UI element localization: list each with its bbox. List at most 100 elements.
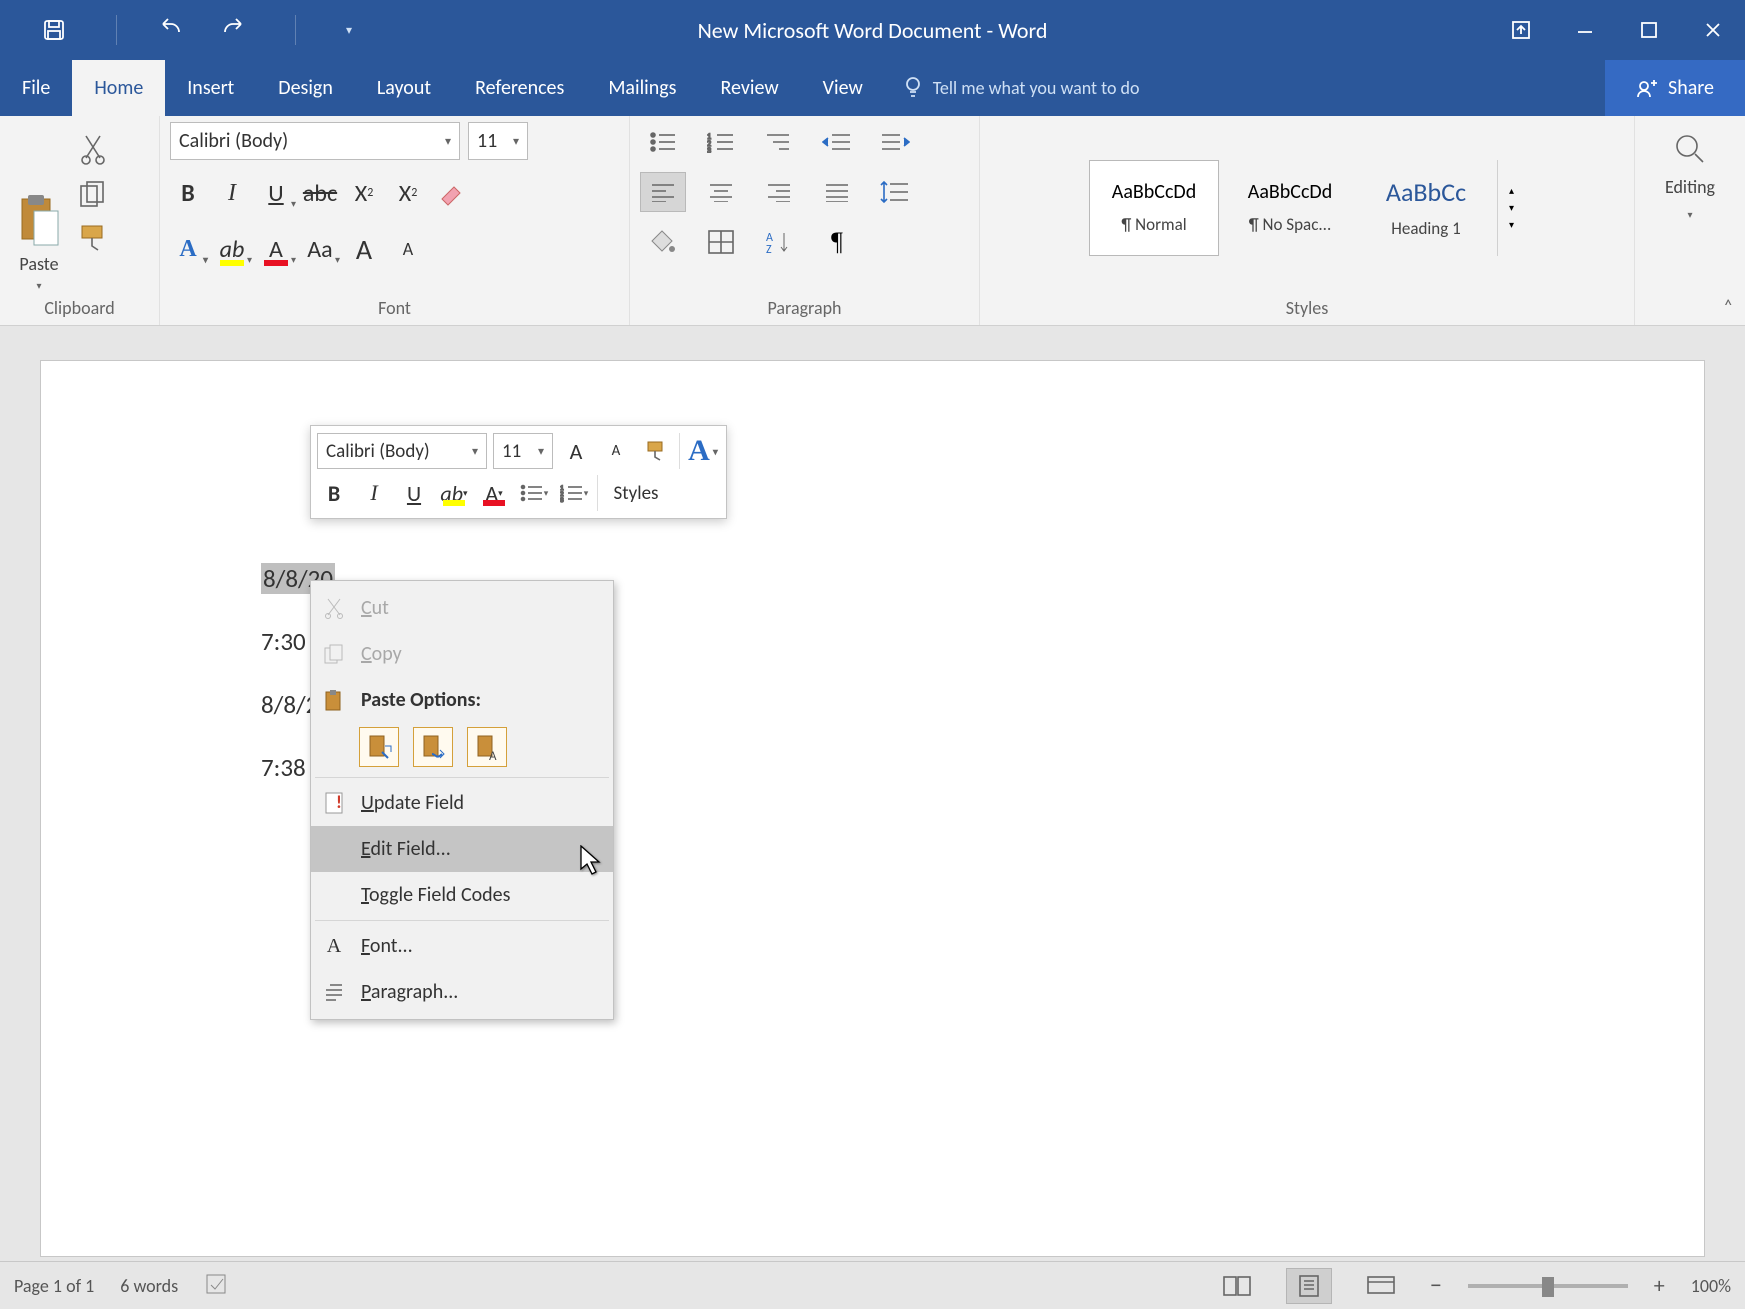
styles-gallery[interactable]: AaBbCcDd ¶ Normal AaBbCcDd ¶ No Spac... … [1089, 160, 1525, 256]
font-color-button[interactable]: A▾ [258, 226, 294, 272]
mini-font-color-button[interactable]: A▾ [477, 474, 511, 512]
document-canvas[interactable]: 8/8/20 7:30 AM 8/8/2022 7:38 AM [40, 360, 1705, 1257]
redo-icon[interactable] [221, 18, 245, 42]
paste-text-only-icon[interactable]: A [467, 727, 507, 767]
subscript-button[interactable]: X2 [346, 170, 382, 216]
share-icon [1636, 77, 1658, 99]
superscript-button[interactable]: X2 [390, 170, 426, 216]
mini-underline-button[interactable]: U [397, 474, 431, 512]
mini-shrink-font-button[interactable]: A [599, 432, 633, 470]
format-painter-icon[interactable] [78, 224, 108, 252]
svg-text:!: ! [336, 791, 342, 813]
ctx-edit-field[interactable]: Edit Field... [311, 826, 613, 872]
status-page[interactable]: Page 1 of 1 [14, 1275, 94, 1297]
mini-size-combo[interactable]: 11▾ [493, 433, 553, 469]
bold-button[interactable]: B [170, 170, 206, 216]
window-title: New Microsoft Word Document - Word [698, 17, 1048, 44]
align-right-button[interactable] [756, 172, 802, 212]
zoom-slider[interactable] [1468, 1284, 1628, 1288]
tab-references[interactable]: References [453, 60, 586, 116]
tab-layout[interactable]: Layout [355, 60, 453, 116]
paste-keep-source-icon[interactable] [359, 727, 399, 767]
multilevel-list-button[interactable] [756, 122, 802, 162]
tab-design[interactable]: Design [256, 60, 355, 116]
justify-button[interactable] [814, 172, 860, 212]
mini-styles-label[interactable]: Styles [604, 474, 668, 512]
status-proofing-icon[interactable] [204, 1270, 230, 1301]
text-effects-button[interactable]: A▾ [170, 226, 206, 272]
style-normal[interactable]: AaBbCcDd ¶ Normal [1089, 160, 1219, 256]
tab-view[interactable]: View [801, 60, 885, 116]
style-no-spacing[interactable]: AaBbCcDd ¶ No Spac... [1225, 160, 1355, 256]
mini-italic-button[interactable]: I [357, 474, 391, 512]
zoom-out-button[interactable]: − [1430, 1271, 1442, 1300]
tab-review[interactable]: Review [699, 60, 801, 116]
qat-customize-icon[interactable]: ▾ [346, 23, 352, 38]
cut-icon[interactable] [80, 134, 106, 166]
ribbon-display-options-icon[interactable] [1489, 0, 1553, 60]
mini-bullets-button[interactable]: ▾ [517, 474, 551, 512]
show-hide-button[interactable]: ¶ [814, 222, 860, 262]
view-print-layout-icon[interactable] [1286, 1268, 1332, 1304]
tab-home[interactable]: Home [72, 60, 165, 116]
zoom-level[interactable]: 100% [1691, 1275, 1731, 1297]
shading-button[interactable] [640, 222, 686, 262]
ctx-update-field[interactable]: ! Update Field [311, 780, 613, 826]
ctx-paragraph[interactable]: Paragraph... [311, 969, 613, 1015]
styles-more-icon[interactable]: ▴▾▾ [1497, 160, 1525, 256]
mini-grow-font-button[interactable]: A [559, 432, 593, 470]
tab-file[interactable]: File [0, 60, 72, 116]
copy-icon[interactable] [79, 180, 107, 210]
align-center-button[interactable] [698, 172, 744, 212]
svg-text:Z: Z [766, 243, 772, 255]
share-button[interactable]: Share [1605, 60, 1745, 116]
group-label-clipboard: Clipboard [10, 293, 149, 325]
underline-button[interactable]: U▾ [258, 170, 294, 216]
editing-button[interactable]: Editing ▾ [1651, 122, 1729, 231]
view-read-mode-icon[interactable] [1214, 1268, 1260, 1304]
paste-merge-formatting-icon[interactable] [413, 727, 453, 767]
minimize-icon[interactable] [1553, 0, 1617, 60]
collapse-ribbon-icon[interactable]: ˄ [1723, 295, 1733, 317]
align-left-button[interactable] [640, 172, 686, 212]
bullets-button[interactable] [640, 122, 686, 162]
tab-insert[interactable]: Insert [165, 60, 256, 116]
ctx-toggle-field-codes[interactable]: Toggle Field Codes [311, 872, 613, 918]
line-spacing-button[interactable] [872, 172, 918, 212]
status-words[interactable]: 6 words [120, 1275, 178, 1297]
style-heading-1[interactable]: AaBbCc Heading 1 [1361, 160, 1491, 256]
save-icon[interactable] [42, 18, 66, 42]
font-name-combo[interactable]: Calibri (Body)▾ [170, 122, 460, 160]
ctx-font[interactable]: A Font... [311, 923, 613, 969]
close-icon[interactable] [1681, 0, 1745, 60]
update-field-icon: ! [321, 791, 347, 815]
clear-formatting-button[interactable] [434, 170, 470, 216]
view-web-layout-icon[interactable] [1358, 1268, 1404, 1304]
zoom-in-button[interactable]: + [1654, 1272, 1665, 1299]
shrink-font-button[interactable]: A [390, 226, 426, 272]
mini-numbering-button[interactable]: 123▾ [557, 474, 591, 512]
undo-icon[interactable] [157, 18, 181, 42]
increase-indent-button[interactable] [872, 122, 918, 162]
mini-highlight-button[interactable]: ab▾ [437, 474, 471, 512]
borders-button[interactable] [698, 222, 744, 262]
group-clipboard: Paste ▾ Clipboard [0, 116, 160, 325]
mini-format-painter-icon[interactable] [639, 432, 673, 470]
sort-button[interactable]: AZ [756, 222, 802, 262]
mini-font-combo[interactable]: Calibri (Body)▾ [317, 433, 487, 469]
maximize-icon[interactable] [1617, 0, 1681, 60]
mini-styles-button[interactable]: A▾ [686, 432, 720, 470]
tab-mailings[interactable]: Mailings [586, 60, 698, 116]
highlight-button[interactable]: ab▾ [214, 226, 250, 272]
mini-bold-button[interactable]: B [317, 474, 351, 512]
decrease-indent-button[interactable] [814, 122, 860, 162]
font-size-combo[interactable]: 11▾ [468, 122, 528, 160]
numbering-button[interactable]: 123 [698, 122, 744, 162]
strikethrough-button[interactable]: abc [302, 170, 338, 216]
paste-button[interactable]: Paste ▾ [10, 122, 68, 292]
change-case-button[interactable]: Aa▾ [302, 226, 338, 272]
paragraph-icon [321, 982, 347, 1002]
tell-me-search[interactable]: Tell me what you want to do [885, 60, 1605, 116]
italic-button[interactable]: I [214, 170, 250, 216]
grow-font-button[interactable]: A [346, 226, 382, 272]
